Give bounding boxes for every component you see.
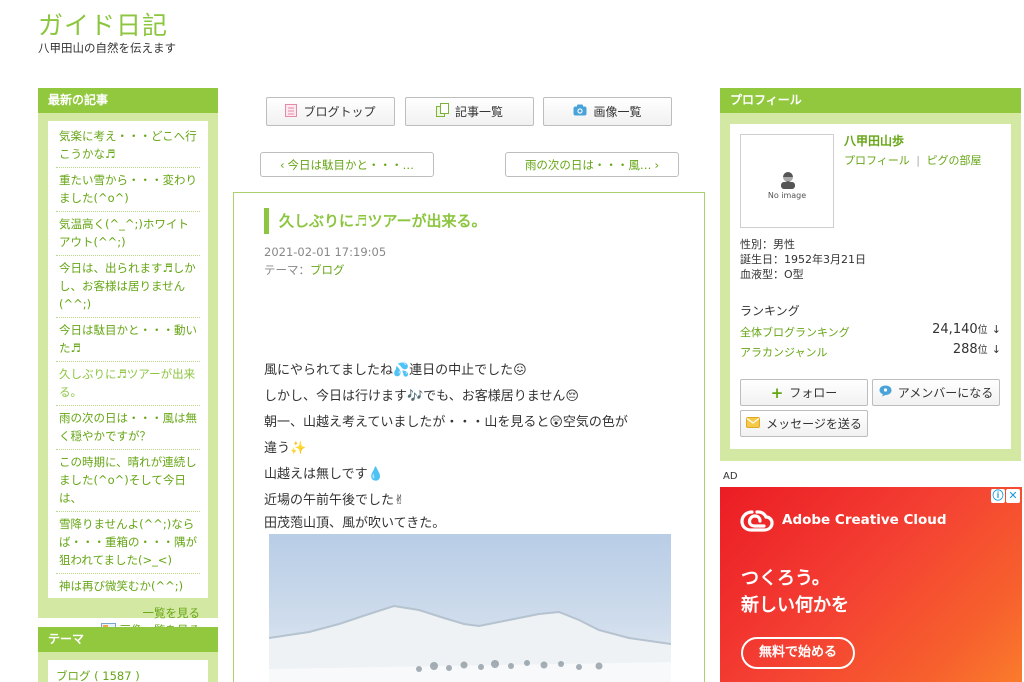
article-line: 風にやられてましたね💦連日の中止でした😖: [264, 363, 527, 378]
article-theme-label: テーマ：: [264, 263, 310, 277]
profile-gender: 性別：男性: [740, 238, 795, 251]
theme-item-blog[interactable]: ブログ ( 1587 ): [56, 668, 200, 682]
ad-label: AD: [723, 471, 738, 482]
ranking-row: アラカンジャンル 288位 ↓: [740, 341, 1001, 361]
profile-details: 性別：男性 誕生日：1952年3月21日 血液型：O型: [740, 237, 866, 282]
blog-top-label: ブログトップ: [303, 105, 376, 119]
chevron-left-icon: ‹: [279, 157, 285, 172]
profile-link[interactable]: プロフィール: [844, 154, 910, 167]
ad-close-icon[interactable]: ✕: [1006, 489, 1020, 503]
ranking-list: 全体ブログランキング 24,140位 ↓ アラカンジャンル 288位 ↓: [740, 321, 1001, 361]
recent-article-link[interactable]: 今日は駄目かと・・・動いた♬: [56, 318, 200, 362]
see-all-link[interactable]: 一覧を見る: [56, 605, 201, 622]
ad-headline-1: つくろう。: [741, 568, 830, 589]
adobe-ad-banner[interactable]: ⓘ ✕ Adobe Creative Cloud つくろう。 新しい何かを 無料…: [720, 487, 1022, 682]
ranking-row: 全体ブログランキング 24,140位 ↓: [740, 321, 1001, 341]
ranking-label-link[interactable]: アラカンジャンル: [740, 344, 827, 360]
recent-article-link[interactable]: 雨の次の日は・・・風は無く穏やかですが？: [56, 406, 200, 450]
recent-articles-heading: 最新の記事: [38, 88, 218, 113]
arrow-down-icon: ↓: [991, 343, 1001, 356]
ranking-unit: 位: [977, 325, 988, 336]
recent-article-link[interactable]: 雪降りませんよ(^^;)ならば・・・重箱の・・・隅が狙われてました(>_<): [56, 512, 200, 574]
recent-article-link[interactable]: 神は再び微笑むか(^^;): [56, 574, 200, 599]
article-body: 風にやられてましたね💦連日の中止でした😖 しかし、今日は行けます🎶でも、お客様居…: [264, 358, 684, 534]
camera-icon: [573, 104, 587, 119]
site-subtitle: 八甲田山の自然を伝えます: [38, 41, 176, 55]
chevron-right-icon: ›: [654, 157, 660, 172]
ranking-value: 288位 ↓: [953, 341, 1001, 357]
article: 久しぶりに♬ツアーが出来る。 2021-02-01 17:19:05 テーマ：ブ…: [233, 192, 705, 682]
article-theme: テーマ：ブログ: [264, 262, 345, 278]
amember-icon: [879, 385, 892, 400]
article-title: 久しぶりに♬ツアーが出来る。: [264, 208, 487, 234]
article-line: しかし、今日は行けます🎶でも、お客様居りません😔: [264, 389, 579, 404]
recent-article-link[interactable]: 気温高く(^_^;)ホワイトアウト(^^;): [56, 212, 200, 256]
article-line: 山越えは無しです💧: [264, 467, 384, 482]
send-message-button[interactable]: メッセージを送る: [740, 410, 868, 437]
ranking-label-link[interactable]: 全体ブログランキング: [740, 324, 850, 340]
send-message-label: メッセージを送る: [766, 417, 862, 431]
profile-links-separator: |: [916, 154, 920, 167]
ad-cta-button[interactable]: 無料で始める: [741, 637, 855, 669]
ad-headline-2: 新しい何かを: [741, 595, 849, 616]
arrow-down-icon: ↓: [991, 323, 1001, 336]
amember-button[interactable]: アメンバーになる: [872, 379, 1000, 406]
article-list-label: 記事一覧: [454, 105, 503, 119]
article-line: 近場の午前午後でした✌: [264, 493, 405, 508]
article-line: 田茂萢山頂、風が吹いてきた。: [264, 516, 446, 531]
profile-card: No image 八甲田山歩 プロフィール | ピグの部屋 性別：男性 誕生日：…: [730, 124, 1011, 449]
profile-name[interactable]: 八甲田山歩: [844, 132, 904, 149]
follow-button[interactable]: + フォロー: [740, 379, 868, 406]
profile-birthday: 誕生日：1952年3月21日: [740, 253, 866, 266]
theme-heading: テーマ: [38, 627, 218, 652]
profile-box: プロフィール No image 八甲田山歩 プロフィール | ピグの部屋 性別：…: [720, 88, 1021, 461]
recent-article-link[interactable]: 重たい雪から・・・変わりました(^o^): [56, 168, 200, 212]
recent-article-link[interactable]: 今日は、出られます♬しかし、お客様は居りません(^^;): [56, 256, 200, 318]
prev-article-button[interactable]: ‹ 今日は駄目かと・・・…: [260, 152, 434, 177]
recent-articles-box: 最新の記事 気楽に考え・・・どこへ行こうかな♬ 重たい雪から・・・変わりました(…: [38, 88, 218, 637]
pig-room-link[interactable]: ピグの部屋: [927, 154, 982, 167]
ranking-unit: 位: [977, 345, 988, 356]
theme-box: テーマ ブログ ( 1587 ): [38, 627, 218, 682]
article-photo[interactable]: [269, 534, 671, 682]
ad-info-icon[interactable]: ⓘ: [991, 489, 1005, 503]
ranking-heading: ランキング: [740, 304, 800, 318]
article-line: 違う✨: [264, 441, 307, 456]
avatar-placeholder-icon: [779, 171, 797, 192]
follow-label: フォロー: [789, 386, 838, 400]
recent-article-link[interactable]: この時期に、晴れが連続しました(^o^)そして今日は、: [56, 450, 200, 512]
profile-links: プロフィール | ピグの部屋: [844, 152, 982, 168]
prev-article-label: 今日は駄目かと・・・…: [287, 157, 415, 172]
amember-label: アメンバーになる: [897, 386, 994, 400]
profile-heading: プロフィール: [720, 88, 1021, 113]
recent-articles-list: 気楽に考え・・・どこへ行こうかな♬ 重たい雪から・・・変わりました(^o^) 気…: [48, 121, 208, 637]
image-list-button[interactable]: 画像一覧: [543, 97, 672, 126]
site-title[interactable]: ガイド日記: [38, 6, 168, 42]
article-list-button[interactable]: 記事一覧: [405, 97, 534, 126]
no-image-label: No image: [767, 191, 807, 200]
ranking-number: 288: [952, 342, 978, 357]
article-theme-link[interactable]: ブログ: [310, 263, 345, 277]
blog-top-button[interactable]: ブログトップ: [266, 97, 395, 126]
recent-article-link[interactable]: 気楽に考え・・・どこへ行こうかな♬: [56, 124, 200, 168]
ranking-number: 24,140: [932, 322, 978, 337]
profile-avatar[interactable]: No image: [740, 134, 834, 228]
next-article-button[interactable]: 雨の次の日は・・・風… ›: [505, 152, 679, 177]
article-date: 2021-02-01 17:19:05: [264, 245, 387, 259]
envelope-icon: [746, 416, 761, 431]
recent-article-current[interactable]: 久しぶりに♬ツアーが出来る。: [56, 362, 200, 406]
article-list-icon: [435, 103, 449, 120]
profile-blood: 血液型：O型: [740, 268, 804, 281]
plus-icon: +: [770, 383, 784, 402]
theme-list: ブログ ( 1587 ): [48, 660, 208, 682]
next-article-label: 雨の次の日は・・・風…: [524, 157, 652, 172]
ranking-value: 24,140位 ↓: [932, 321, 1001, 337]
image-list-label: 画像一覧: [593, 105, 642, 119]
article-line: 朝一、山越え考えていましたが・・・山を見ると😲空気の色が: [264, 415, 628, 430]
ad-brand: Adobe Creative Cloud: [782, 512, 947, 528]
creative-cloud-logo-icon: [740, 509, 774, 536]
blog-top-icon: [285, 103, 298, 120]
